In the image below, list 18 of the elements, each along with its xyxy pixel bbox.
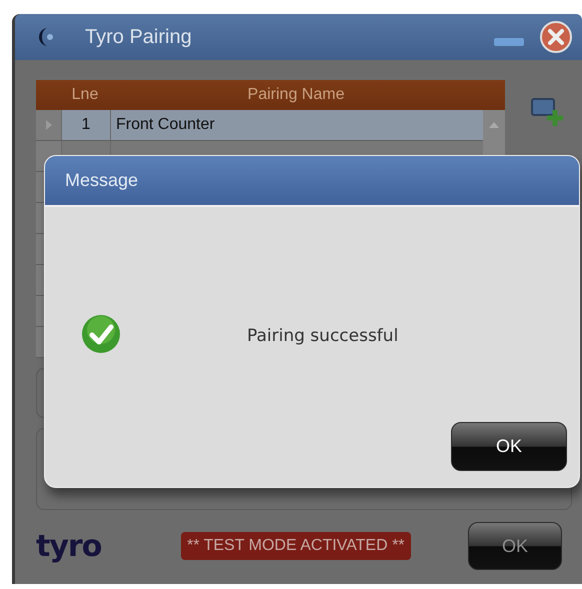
table-cell: 1: [61, 110, 111, 140]
app-icon: [37, 27, 55, 47]
dialog-title: Message: [65, 170, 138, 191]
table-cell-text: Front Counter: [115, 116, 216, 134]
column-header: Pairing Name: [246, 86, 346, 104]
window-title: Tyro Pairing: [85, 26, 192, 48]
column-header: Lne: [70, 86, 100, 104]
test-mode-badge: ** TEST MODE ACTIVATED **: [181, 532, 411, 560]
ok-button[interactable]: OK: [451, 422, 567, 471]
success-check-icon: [81, 314, 121, 354]
message-text: Pairing successful: [247, 326, 398, 346]
add-screen-icon[interactable]: [531, 98, 565, 128]
tyro-logo: tyro: [36, 528, 102, 564]
close-button[interactable]: [540, 21, 572, 53]
scroll-up-icon[interactable]: [489, 122, 499, 128]
ok-button[interactable]: OK: [468, 522, 562, 570]
table-row[interactable]: 1 Front Counter: [36, 110, 483, 141]
row-pointer-icon: [46, 120, 52, 130]
